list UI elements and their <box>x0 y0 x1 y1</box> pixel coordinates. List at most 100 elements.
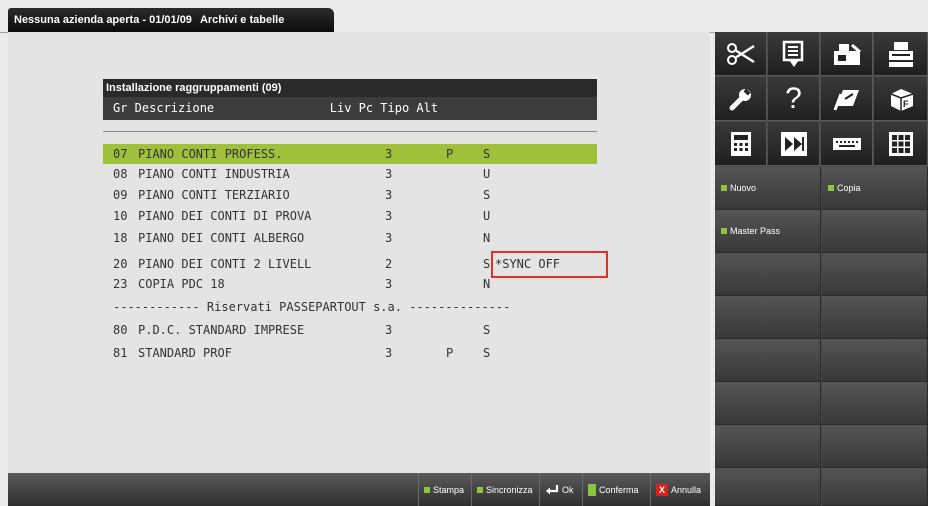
document-pin-icon[interactable] <box>768 32 820 76</box>
cell-alt: S <box>483 346 491 360</box>
empty-function-button[interactable] <box>715 425 821 468</box>
notebook-icon[interactable] <box>821 77 873 121</box>
column-headers: Gr Descrizione Liv Pc Tipo Alt <box>103 97 597 120</box>
empty-function-button[interactable] <box>822 468 928 506</box>
empty-function-button[interactable] <box>822 425 928 468</box>
master-pass-button[interactable]: Master Pass <box>715 210 821 253</box>
cell-desc: PIANO DEI CONTI DI PROVA <box>138 209 312 223</box>
cell-gr: 08 <box>113 167 128 181</box>
empty-function-button[interactable] <box>715 339 821 382</box>
table-row[interactable]: 81 STANDARD PROF 3 P S <box>103 343 597 363</box>
green-square-icon <box>828 185 834 191</box>
company-status: Nessuna azienda aperta - 01/01/09 <box>14 14 192 26</box>
nuovo-button[interactable]: Nuovo <box>715 167 821 210</box>
cell-alt: U <box>483 167 491 181</box>
cell-alt: N <box>483 231 491 245</box>
cell-liv: 3 <box>385 167 393 181</box>
copia-button[interactable]: Copia <box>822 167 928 210</box>
cell-alt: S <box>483 323 491 337</box>
empty-function-button[interactable] <box>715 253 821 296</box>
table-row[interactable]: 80 P.D.C. STANDARD IMPRESE 3 S <box>103 320 597 340</box>
cell-desc: PIANO CONTI PROFESS. <box>138 147 283 161</box>
empty-function-button[interactable] <box>822 382 928 425</box>
cell-liv: 2 <box>385 257 393 271</box>
header-divider <box>103 131 597 132</box>
empty-function-button[interactable] <box>822 339 928 382</box>
table-row[interactable]: 10 PIANO DEI CONTI DI PROVA 3 U <box>103 206 597 226</box>
cell-alt: U <box>483 209 491 223</box>
cell-pc: P <box>446 346 454 360</box>
empty-function-button[interactable] <box>715 382 821 425</box>
cell-alt: S <box>483 257 491 271</box>
green-square-icon <box>721 185 727 191</box>
stampa-label: Stampa <box>433 484 465 495</box>
table-row-selected[interactable]: 07 PIANO CONTI PROFESS. 3 P S <box>103 144 597 164</box>
cell-liv: 3 <box>385 346 393 360</box>
table-row[interactable]: 08 PIANO CONTI INDUSTRIA 3 U <box>103 164 597 184</box>
ok-label: Ok <box>562 484 574 495</box>
empty-function-button[interactable] <box>822 296 928 339</box>
section-name: Archivi e tabelle <box>199 14 285 26</box>
cell-desc: COPIA PDC 18 <box>138 277 225 291</box>
cell-liv: 3 <box>385 323 393 337</box>
box-f-icon[interactable]: F <box>874 77 928 121</box>
sincronizza-label: Sincronizza <box>486 484 533 495</box>
sincronizza-button[interactable]: Sincronizza <box>471 473 539 506</box>
cell-gr: 18 <box>113 231 128 245</box>
cell-liv: 3 <box>385 147 393 161</box>
title-bar: Nessuna azienda aperta - 01/01/09 Archiv… <box>0 0 928 33</box>
cell-alt: N <box>483 277 491 291</box>
cell-liv: 3 <box>385 231 393 245</box>
conferma-label: Conferma <box>599 484 639 495</box>
cell-desc: P.D.C. STANDARD IMPRESE <box>138 323 305 337</box>
annulla-label: Annulla <box>671 484 702 495</box>
window-tab[interactable]: Nessuna azienda aperta - 01/01/09 Archiv… <box>8 8 334 32</box>
cell-alt: S <box>483 188 491 202</box>
cell-gr: 23 <box>113 277 128 291</box>
fax-icon[interactable] <box>821 32 873 76</box>
scissors-icon[interactable] <box>715 32 767 76</box>
calculator-icon[interactable] <box>715 122 767 166</box>
empty-function-button[interactable] <box>715 296 821 339</box>
green-square-icon <box>424 486 430 493</box>
cell-liv: 3 <box>385 188 393 202</box>
cell-gr: 81 <box>113 346 128 360</box>
cell-gr: 07 <box>113 147 128 161</box>
table-row[interactable]: 09 PIANO CONTI TERZIARIO 3 S <box>103 185 597 205</box>
empty-function-button[interactable] <box>822 210 928 253</box>
cell-gr: 80 <box>113 323 128 337</box>
cell-gr: 10 <box>113 209 128 223</box>
empty-function-button[interactable] <box>822 253 928 296</box>
wrench-icon[interactable] <box>715 77 767 121</box>
help-icon[interactable]: ? <box>768 77 820 121</box>
printer-icon[interactable] <box>874 32 928 76</box>
nuovo-label: Nuovo <box>730 183 757 193</box>
panel-title: Installazione raggruppamenti (09) <box>103 79 597 97</box>
green-square-icon <box>721 228 727 234</box>
table-row[interactable]: 18 PIANO DEI CONTI ALBERGO 3 N <box>103 228 597 248</box>
cell-desc: STANDARD PROF <box>138 346 232 360</box>
fast-forward-icon[interactable] <box>768 122 820 166</box>
annulla-button[interactable]: X Annulla <box>650 473 710 506</box>
x-icon: X <box>656 483 668 496</box>
right-toolbar: ? F Nuovo Copia Master Pass <box>715 32 928 506</box>
cell-alt: S <box>483 147 491 161</box>
cell-desc: PIANO CONTI TERZIARIO <box>138 188 290 202</box>
cell-desc: PIANO DEI CONTI ALBERGO <box>138 231 305 245</box>
cell-liv: 3 <box>385 209 393 223</box>
ok-button[interactable]: Ok <box>539 473 582 506</box>
green-square-icon <box>477 486 483 493</box>
reserved-separator: ------------ Riservati PASSEPARTOUT s.a.… <box>113 300 511 314</box>
cell-gr: 09 <box>113 188 128 202</box>
enter-icon <box>546 484 559 494</box>
green-square-icon <box>588 483 596 496</box>
conferma-button[interactable]: Conferma <box>582 473 650 506</box>
stampa-button[interactable]: Stampa <box>418 473 471 506</box>
svg-text:F: F <box>903 99 909 109</box>
cell-desc: PIANO DEI CONTI 2 LIVELL <box>138 257 312 271</box>
keyboard-icon[interactable] <box>821 122 873 166</box>
cell-gr: 20 <box>113 257 128 271</box>
table-row[interactable]: 23 COPIA PDC 18 3 N <box>103 274 597 294</box>
empty-function-button[interactable] <box>715 468 821 506</box>
grid-icon[interactable] <box>874 122 928 166</box>
